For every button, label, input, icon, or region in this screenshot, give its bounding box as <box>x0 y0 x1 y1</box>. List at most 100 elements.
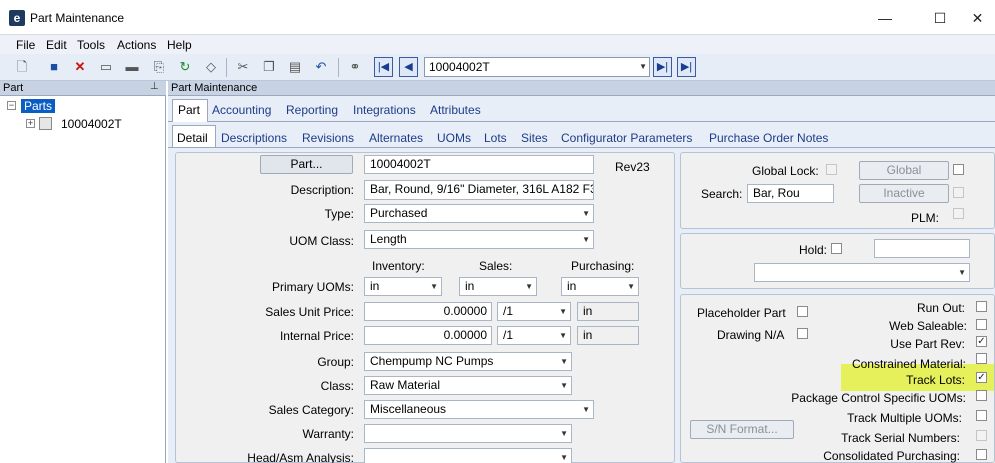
tab-accounting[interactable]: Accounting <box>212 103 271 117</box>
nav-prev-icon[interactable]: ◀ <box>399 57 418 77</box>
head-asm-analysis-label: Head/Asm Analysis: <box>247 451 354 463</box>
inactive-button[interactable]: Inactive <box>859 184 949 203</box>
folder-icon[interactable]: ▬ <box>123 58 141 76</box>
menu-actions[interactable]: Actions <box>117 38 156 52</box>
attach-icon[interactable]: ⎘ <box>150 58 168 76</box>
toolbar: 🗋 ■ ✕ ▭ ▬ ⎘ ↻ ◇ ✂ ❐ ▤ ↶ ⚭ |◀ ◀ 10004002T… <box>0 54 995 81</box>
tree-root-parts[interactable]: Parts <box>21 99 56 113</box>
new-icon[interactable]: 🗋 <box>13 58 31 76</box>
tab-part[interactable]: Part <box>178 103 200 117</box>
head-asm-analysis-select[interactable]: ▼ <box>364 448 572 463</box>
track-lots-checkbox[interactable]: ✓ <box>976 372 987 383</box>
delete-icon[interactable]: ✕ <box>71 58 89 76</box>
consolidated-purchasing-checkbox[interactable] <box>976 449 987 460</box>
hold-field[interactable] <box>874 239 970 258</box>
web-saleable-checkbox[interactable] <box>976 319 987 330</box>
maximize-button[interactable]: ☐ <box>918 5 962 31</box>
chevron-down-icon[interactable]: ▼ <box>582 231 590 248</box>
internal-per-select[interactable]: /1 ▼ <box>497 326 571 345</box>
track-lots-label: Track Lots: <box>906 373 965 387</box>
sales-unit-price-label: Sales Unit Price: <box>265 305 354 319</box>
group-select[interactable]: Chempump NC Pumps ▼ <box>364 352 572 371</box>
book-icon[interactable]: ▭ <box>97 58 115 76</box>
nav-first-icon[interactable]: |◀ <box>374 57 393 77</box>
menu-help[interactable]: Help <box>167 38 192 52</box>
copy-icon[interactable]: ❐ <box>260 58 278 76</box>
tab-purchase-order-notes[interactable]: Purchase Order Notes <box>709 131 828 145</box>
tab-reporting[interactable]: Reporting <box>286 103 338 117</box>
part-number-field[interactable]: 10004002T <box>364 155 594 174</box>
constrained-material-checkbox[interactable] <box>976 353 987 364</box>
group-value: Chempump NC Pumps <box>370 354 494 368</box>
menu-tools[interactable]: Tools <box>77 38 105 52</box>
inactive-checkbox[interactable] <box>953 187 964 198</box>
track-serial-numbers-checkbox[interactable] <box>976 430 987 441</box>
chevron-down-icon[interactable]: ▼ <box>560 449 568 463</box>
part-button[interactable]: Part... <box>260 155 353 174</box>
nav-next-icon[interactable]: ▶| <box>653 57 672 77</box>
sales-uom-select[interactable]: in ▼ <box>459 277 537 296</box>
tab-detail[interactable]: Detail <box>177 131 208 145</box>
tab-descriptions[interactable]: Descriptions <box>221 131 287 145</box>
chevron-down-icon[interactable]: ▼ <box>582 401 590 418</box>
paste-icon[interactable]: ▤ <box>286 58 304 76</box>
chevron-down-icon[interactable]: ▼ <box>958 264 966 281</box>
chevron-down-icon[interactable]: ▼ <box>627 278 635 295</box>
search-binoculars-icon[interactable]: ⚭ <box>346 58 364 76</box>
track-multiple-uoms-checkbox[interactable] <box>976 410 987 421</box>
close-button[interactable]: ✕ <box>960 5 995 31</box>
chevron-down-icon[interactable]: ▼ <box>639 58 647 76</box>
type-select[interactable]: Purchased ▼ <box>364 204 594 223</box>
sales-unit-price-field[interactable]: 0.00000 <box>364 302 492 321</box>
sales-per-select[interactable]: /1 ▼ <box>497 302 571 321</box>
collapse-icon[interactable]: − <box>7 101 16 110</box>
part-search-combo[interactable]: 10004002T ▼ <box>424 57 650 77</box>
chevron-down-icon[interactable]: ▼ <box>525 278 533 295</box>
global-lock-checkbox[interactable] <box>826 164 837 175</box>
internal-price-field[interactable]: 0.00000 <box>364 326 492 345</box>
tree-node-part[interactable]: 10004002T <box>61 117 122 131</box>
minimize-button[interactable]: — <box>863 5 907 31</box>
global-checkbox[interactable] <box>953 164 964 175</box>
eraser-icon[interactable]: ◇ <box>202 58 220 76</box>
menu-file[interactable]: File <box>16 38 35 52</box>
uom-class-select[interactable]: Length ▼ <box>364 230 594 249</box>
hold-checkbox[interactable] <box>831 243 842 254</box>
class-select[interactable]: Raw Material ▼ <box>364 376 572 395</box>
tab-integrations[interactable]: Integrations <box>353 103 416 117</box>
undo-icon[interactable]: ↶ <box>312 58 330 76</box>
hold-reason-select[interactable]: ▼ <box>754 263 970 282</box>
cut-icon[interactable]: ✂ <box>234 58 252 76</box>
tab-attributes[interactable]: Attributes <box>430 103 481 117</box>
tab-lots[interactable]: Lots <box>484 131 507 145</box>
sales-category-select[interactable]: Miscellaneous ▼ <box>364 400 594 419</box>
tab-configurator-parameters[interactable]: Configurator Parameters <box>561 131 692 145</box>
search-field[interactable]: Bar, Rou <box>747 184 834 203</box>
tab-alternates[interactable]: Alternates <box>369 131 423 145</box>
tab-revisions[interactable]: Revisions <box>302 131 354 145</box>
package-control-uoms-checkbox[interactable] <box>976 390 987 401</box>
chevron-down-icon[interactable]: ▼ <box>560 377 568 394</box>
tab-sites[interactable]: Sites <box>521 131 548 145</box>
refresh-icon[interactable]: ↻ <box>176 58 194 76</box>
menu-edit[interactable]: Edit <box>46 38 67 52</box>
chevron-down-icon[interactable]: ▼ <box>582 205 590 222</box>
global-button[interactable]: Global <box>859 161 949 180</box>
chevron-down-icon[interactable]: ▼ <box>559 327 567 344</box>
warranty-select[interactable]: ▼ <box>364 424 572 443</box>
run-out-checkbox[interactable] <box>976 301 987 312</box>
pin-icon[interactable]: ⊥ <box>150 81 159 92</box>
chevron-down-icon[interactable]: ▼ <box>430 278 438 295</box>
description-field[interactable]: Bar, Round, 9/16" Diameter, 316L A182 F3… <box>364 180 594 200</box>
expand-icon[interactable]: + <box>26 119 35 128</box>
purchasing-uom-select[interactable]: in ▼ <box>561 277 639 296</box>
chevron-down-icon[interactable]: ▼ <box>560 425 568 442</box>
save-icon[interactable]: ■ <box>45 58 63 76</box>
nav-last-icon[interactable]: ▶| <box>677 57 696 77</box>
chevron-down-icon[interactable]: ▼ <box>560 353 568 370</box>
plm-checkbox[interactable] <box>953 208 964 219</box>
inventory-uom-select[interactable]: in ▼ <box>364 277 442 296</box>
tab-uoms[interactable]: UOMs <box>437 131 471 145</box>
chevron-down-icon[interactable]: ▼ <box>559 303 567 320</box>
use-part-rev-checkbox[interactable]: ✓ <box>976 336 987 347</box>
